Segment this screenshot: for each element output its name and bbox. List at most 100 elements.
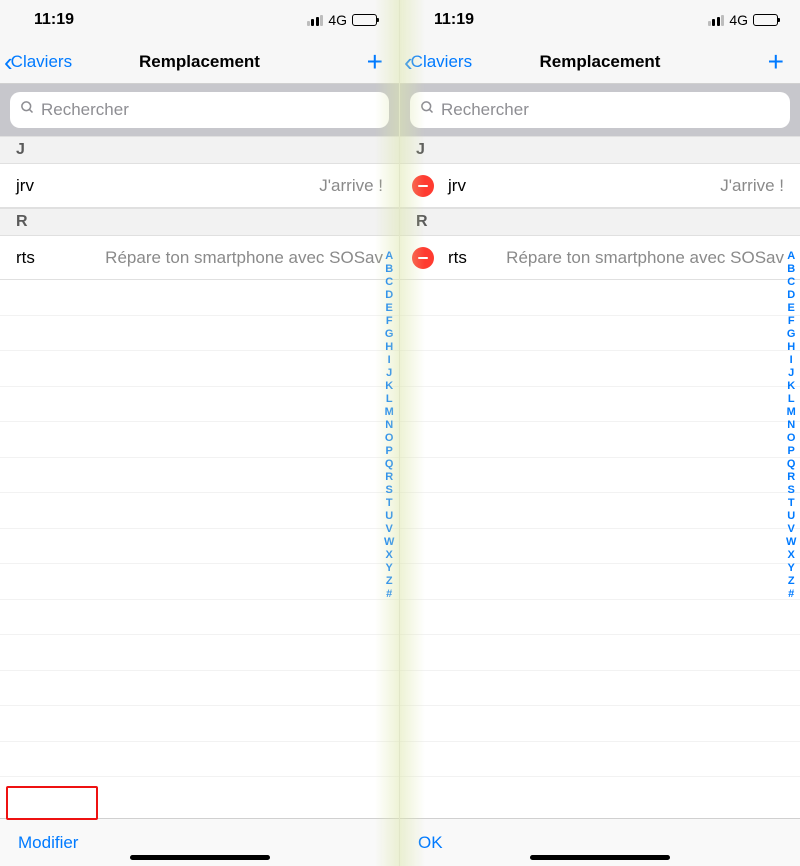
index-letter[interactable]: F: [786, 315, 796, 328]
search-icon: [20, 100, 35, 120]
index-letter[interactable]: M: [384, 406, 394, 419]
list-item[interactable]: jrv J'arrive !: [0, 164, 399, 208]
index-letter[interactable]: J: [384, 367, 394, 380]
delete-row-button[interactable]: [412, 247, 434, 269]
shortcut-text: jrv: [448, 176, 466, 196]
nav-bar: ‹ Claviers Remplacement +: [400, 40, 800, 84]
replacements-list[interactable]: J jrv J'arrive ! R rts Répare ton smartp…: [0, 136, 399, 818]
index-letter[interactable]: K: [786, 380, 796, 393]
index-letter[interactable]: X: [384, 549, 394, 562]
index-letter[interactable]: J: [786, 367, 796, 380]
index-letter[interactable]: D: [384, 289, 394, 302]
index-letter[interactable]: T: [384, 497, 394, 510]
index-letter[interactable]: N: [384, 419, 394, 432]
signal-icon: [307, 15, 324, 26]
index-letter[interactable]: Z: [384, 575, 394, 588]
index-letter[interactable]: I: [786, 354, 796, 367]
index-letter[interactable]: I: [384, 354, 394, 367]
index-letter[interactable]: T: [786, 497, 796, 510]
search-bar-container: [400, 84, 800, 136]
index-letter[interactable]: N: [786, 419, 796, 432]
index-letter[interactable]: D: [786, 289, 796, 302]
index-letter[interactable]: E: [384, 302, 394, 315]
home-indicator[interactable]: [130, 855, 270, 860]
index-letter[interactable]: H: [786, 341, 796, 354]
add-button[interactable]: +: [760, 46, 792, 78]
index-letter[interactable]: F: [384, 315, 394, 328]
home-indicator[interactable]: [530, 855, 670, 860]
add-button[interactable]: +: [359, 46, 391, 78]
back-button[interactable]: ‹ Claviers: [404, 49, 472, 75]
back-label: Claviers: [11, 52, 72, 72]
index-letter[interactable]: R: [384, 471, 394, 484]
index-letter[interactable]: S: [786, 484, 796, 497]
index-letter[interactable]: L: [384, 393, 394, 406]
list-item[interactable]: jrv J'arrive !: [400, 164, 800, 208]
status-time: 11:19: [34, 11, 74, 29]
index-letter[interactable]: C: [786, 276, 796, 289]
delete-row-button[interactable]: [412, 175, 434, 197]
section-index[interactable]: ABCDEFGHIJKLMNOPQRSTUVWXYZ#: [384, 250, 394, 601]
index-letter[interactable]: G: [384, 328, 394, 341]
replacements-list[interactable]: J jrv J'arrive ! R rts Répare ton smartp…: [400, 136, 800, 818]
screen-edit-mode: 11:19 4G ‹ Claviers Remplacement + J: [400, 0, 800, 866]
index-letter[interactable]: Y: [384, 562, 394, 575]
edit-button[interactable]: Modifier: [18, 833, 78, 853]
index-letter[interactable]: C: [384, 276, 394, 289]
index-letter[interactable]: V: [786, 523, 796, 536]
battery-icon: [753, 14, 778, 26]
index-letter[interactable]: X: [786, 549, 796, 562]
phrase-text: J'arrive !: [46, 176, 383, 196]
index-letter[interactable]: A: [384, 250, 394, 263]
section-header-j: J: [0, 136, 399, 164]
index-letter[interactable]: B: [786, 263, 796, 276]
index-letter[interactable]: Q: [786, 458, 796, 471]
phrase-text: Répare ton smartphone avec SOSav: [479, 248, 784, 268]
done-button[interactable]: OK: [418, 833, 443, 853]
section-header-r: R: [0, 208, 399, 236]
search-field[interactable]: [410, 92, 790, 128]
list-item[interactable]: rts Répare ton smartphone avec SOSav: [400, 236, 800, 280]
index-letter[interactable]: M: [786, 406, 796, 419]
index-letter[interactable]: P: [786, 445, 796, 458]
search-input[interactable]: [441, 100, 780, 120]
index-letter[interactable]: W: [384, 536, 394, 549]
shortcut-text: jrv: [16, 176, 34, 196]
index-letter[interactable]: O: [786, 432, 796, 445]
status-right: 4G: [307, 12, 377, 28]
plus-icon: +: [768, 46, 784, 77]
index-letter[interactable]: E: [786, 302, 796, 315]
index-letter[interactable]: G: [786, 328, 796, 341]
search-field[interactable]: [10, 92, 389, 128]
index-letter[interactable]: Y: [786, 562, 796, 575]
index-letter[interactable]: H: [384, 341, 394, 354]
index-letter[interactable]: #: [786, 588, 796, 601]
index-letter[interactable]: K: [384, 380, 394, 393]
back-label: Claviers: [411, 52, 472, 72]
index-letter[interactable]: B: [384, 263, 394, 276]
index-letter[interactable]: L: [786, 393, 796, 406]
empty-ruled-area: [0, 280, 399, 780]
status-bar: 11:19 4G: [0, 0, 399, 40]
index-letter[interactable]: U: [384, 510, 394, 523]
index-letter[interactable]: W: [786, 536, 796, 549]
index-letter[interactable]: Z: [786, 575, 796, 588]
index-letter[interactable]: A: [786, 250, 796, 263]
index-letter[interactable]: O: [384, 432, 394, 445]
battery-icon: [352, 14, 377, 26]
index-letter[interactable]: P: [384, 445, 394, 458]
section-header-r: R: [400, 208, 800, 236]
index-letter[interactable]: #: [384, 588, 394, 601]
search-bar-container: [0, 84, 399, 136]
index-letter[interactable]: R: [786, 471, 796, 484]
back-button[interactable]: ‹ Claviers: [4, 49, 72, 75]
search-input[interactable]: [41, 100, 379, 120]
index-letter[interactable]: U: [786, 510, 796, 523]
list-item[interactable]: rts Répare ton smartphone avec SOSav: [0, 236, 399, 280]
section-index[interactable]: ABCDEFGHIJKLMNOPQRSTUVWXYZ#: [786, 250, 796, 601]
index-letter[interactable]: S: [384, 484, 394, 497]
phrase-text: J'arrive !: [478, 176, 784, 196]
index-letter[interactable]: Q: [384, 458, 394, 471]
index-letter[interactable]: V: [384, 523, 394, 536]
plus-icon: +: [367, 46, 383, 77]
